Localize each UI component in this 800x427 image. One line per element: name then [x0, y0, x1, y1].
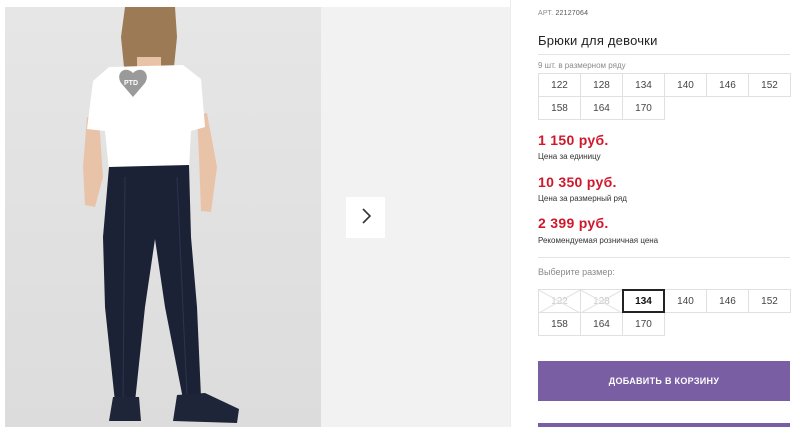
chevron-right-icon — [361, 208, 371, 227]
divider — [538, 54, 790, 55]
size-row-cell: 134 — [622, 73, 665, 97]
size-option-146[interactable]: 146 — [706, 289, 749, 313]
size-row-cell: 164 — [580, 96, 623, 120]
row-price: 10 350 руб. — [538, 174, 617, 190]
size-option-152[interactable]: 152 — [748, 289, 791, 313]
size-option-170[interactable]: 170 — [622, 312, 665, 336]
size-row-cell: 170 — [622, 96, 665, 120]
size-row-cell: 122 — [538, 73, 581, 97]
size-row-cell: 146 — [706, 73, 749, 97]
size-row-grid: 122 128 134 140 146 152 158 164 170 — [538, 73, 791, 120]
unit-price: 1 150 руб. — [538, 132, 609, 148]
size-option-128: 128 — [580, 289, 623, 313]
retail-price: 2 399 руб. — [538, 215, 609, 231]
size-option-158[interactable]: 158 — [538, 312, 581, 336]
size-row-cell: 152 — [748, 73, 791, 97]
size-option-134[interactable]: 134 — [622, 289, 665, 313]
article-prefix: АРТ. — [538, 10, 554, 17]
divider — [538, 257, 790, 258]
choose-size-label: Выберите размер: — [538, 267, 615, 277]
size-row-cell: 158 — [538, 96, 581, 120]
size-row-note: 9 шт. в размерном ряду — [538, 61, 626, 70]
article-number: АРТ. 22127064 — [538, 10, 588, 17]
add-to-cart-button[interactable]: ДОБАВИТЬ В КОРЗИНУ — [538, 361, 790, 401]
product-gallery: PTD — [0, 0, 510, 427]
shirt-logo-text: PTD — [124, 80, 138, 87]
unit-price-label: Цена за единицу — [538, 152, 601, 161]
panel-divider — [510, 0, 511, 427]
row-price-label: Цена за размерный ряд — [538, 194, 627, 203]
size-row-cell: 128 — [580, 73, 623, 97]
size-option-122: 122 — [538, 289, 581, 313]
size-picker: 122 128 134 140 146 152 158 164 170 — [538, 289, 791, 336]
secondary-action-button[interactable] — [538, 423, 790, 427]
next-image-button[interactable] — [346, 197, 385, 238]
size-row-cell: 140 — [664, 73, 707, 97]
product-title: Брюки для девочки — [538, 33, 658, 48]
size-option-164[interactable]: 164 — [580, 312, 623, 336]
size-option-140[interactable]: 140 — [664, 289, 707, 313]
product-photo[interactable]: PTD — [5, 7, 321, 427]
retail-price-label: Рекомендуемая розничная цена — [538, 236, 659, 245]
girl-back-view-image: PTD — [83, 7, 239, 423]
article-value: 22127064 — [555, 10, 589, 17]
